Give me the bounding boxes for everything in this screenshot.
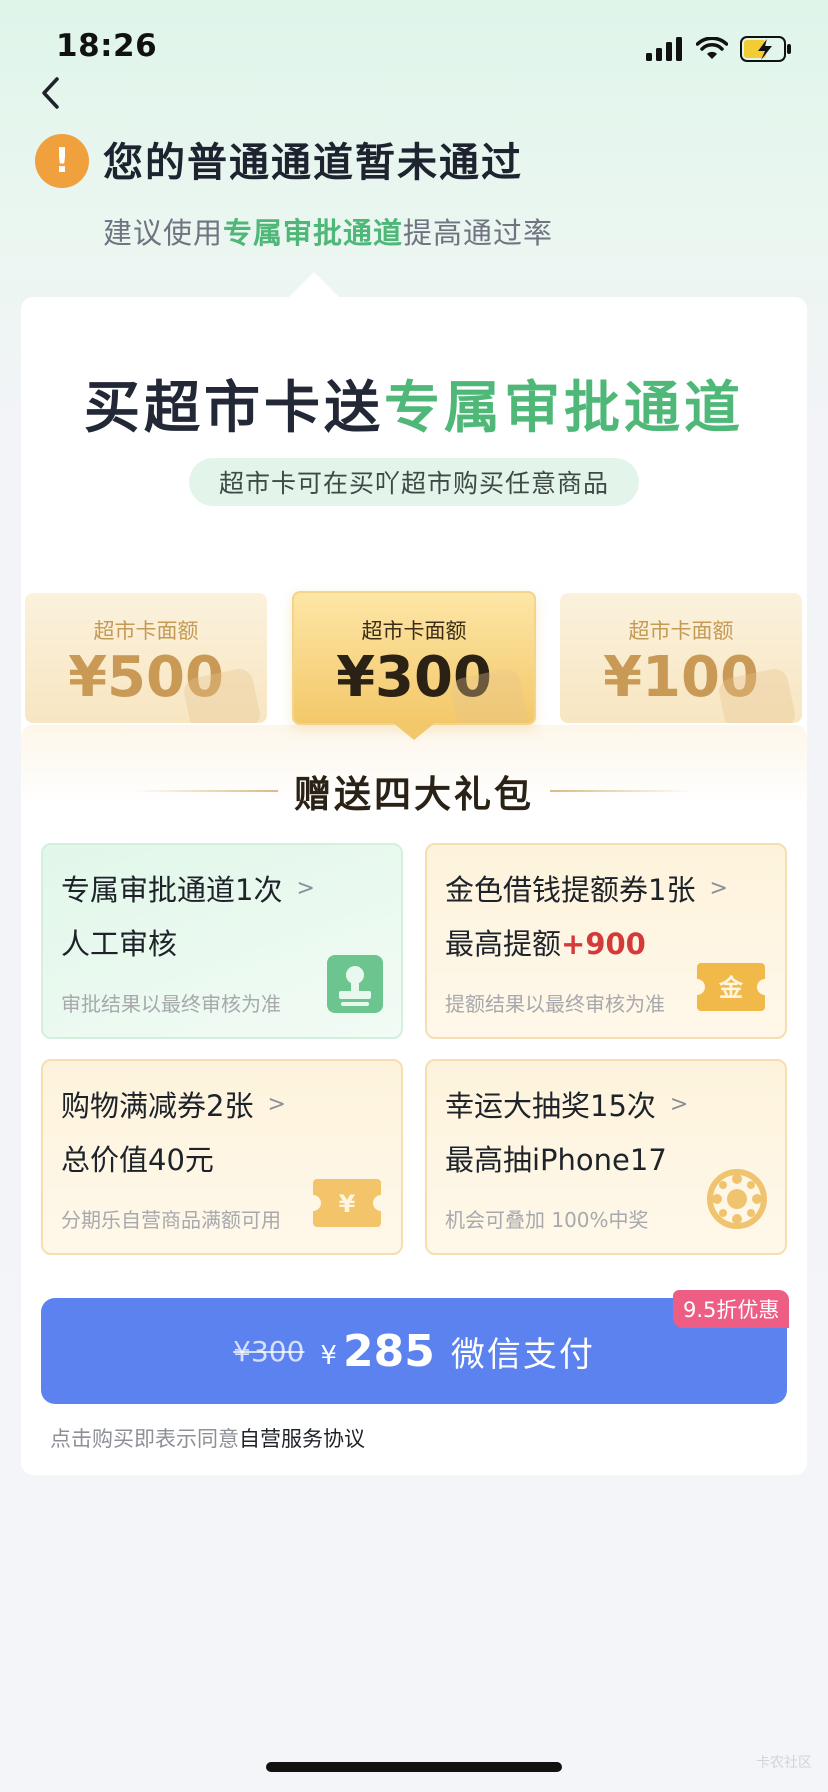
service-agreement-link[interactable]: 自营服务协议 xyxy=(239,1427,365,1451)
battery-charging-icon xyxy=(740,36,791,62)
page-title: 您的普通通道暂未通过 xyxy=(103,140,523,186)
amount-option-500[interactable]: 超市卡面额 ¥500 xyxy=(25,593,267,723)
chevron-right-icon: > xyxy=(267,1091,286,1117)
page-subtitle: 建议使用专属审批通道提高通过率 xyxy=(103,210,553,252)
promo-pill: 超市卡可在买吖超市购买任意商品 xyxy=(189,458,639,506)
gift-detail: 总价值40元 xyxy=(61,1137,383,1179)
amount-option-100[interactable]: 超市卡面额 ¥100 xyxy=(560,593,802,723)
gift-title: 专属审批通道1次 > xyxy=(61,867,383,909)
gift-title-text: 购物满减券2张 xyxy=(61,1089,254,1123)
status-bar: 18:26 xyxy=(0,0,828,100)
chevron-right-icon: > xyxy=(669,1091,689,1117)
gold-ticket-icon: 金 xyxy=(697,963,765,1011)
gift-title: 购物满减券2张 > xyxy=(61,1083,383,1125)
gift-card-approval[interactable]: 专属审批通道1次 > 人工审核 审批结果以最终审核为准 xyxy=(41,843,403,1039)
signal-icon xyxy=(646,37,682,61)
home-indicator xyxy=(266,1762,562,1772)
status-time: 18:26 xyxy=(56,28,158,64)
gift-heading: 赠送四大礼包 xyxy=(294,773,534,816)
gift-detail-text: 最高抽iPhone17 xyxy=(445,1143,667,1177)
gift-detail: 最高提额+900 xyxy=(445,921,767,963)
back-button[interactable] xyxy=(30,68,70,118)
discount-badge: 9.5折优惠 xyxy=(673,1290,790,1328)
amount-label: 超市卡面额 xyxy=(93,619,199,643)
gift-note: 提额结果以最终审核为准 xyxy=(445,992,665,1016)
amount-option-300[interactable]: 超市卡面额 ¥300 xyxy=(292,591,536,725)
subtitle-prefix: 建议使用 xyxy=(103,216,224,250)
gift-title-text: 专属审批通道1次 xyxy=(61,873,283,907)
subtitle-highlight: 专属审批通道 xyxy=(223,216,404,250)
wifi-icon xyxy=(696,37,728,59)
gift-title-text: 幸运大抽奖15次 xyxy=(445,1089,656,1123)
gift-title-text: 金色借钱提额券1张 xyxy=(445,873,696,907)
warning-icon: ! xyxy=(35,134,89,188)
lottery-wheel-icon xyxy=(707,1169,767,1229)
card-notch xyxy=(288,272,340,298)
divider xyxy=(550,790,695,792)
pay-label: 微信支付 xyxy=(450,1334,595,1375)
selection-pointer-icon xyxy=(392,722,436,740)
gift-card-coupon[interactable]: 购物满减券2张 > 总价值40元 分期乐自营商品满额可用 ¥ xyxy=(41,1059,403,1255)
currency-symbol: ¥ xyxy=(320,1341,337,1371)
promo-title-main: 买超市卡送 xyxy=(84,376,384,441)
gift-detail-text: 总价值40元 xyxy=(61,1143,214,1177)
promo-title-green: 专属审批通道 xyxy=(384,376,744,441)
amount-label: 超市卡面额 xyxy=(628,619,734,643)
chevron-left-icon xyxy=(42,77,59,109)
gift-card-lottery[interactable]: 幸运大抽奖15次 > 最高抽iPhone17 机会可叠加 100%中奖 xyxy=(425,1059,787,1255)
gift-detail-text: 最高提额 xyxy=(445,927,562,961)
chevron-right-icon: > xyxy=(296,875,315,901)
svg-text:金: 金 xyxy=(718,974,744,1002)
promo-title: 买超市卡送专属审批通道 xyxy=(0,363,828,444)
subtitle-suffix: 提高通过率 xyxy=(403,216,554,250)
chevron-right-icon: > xyxy=(709,875,728,901)
svg-text:¥: ¥ xyxy=(339,1190,356,1218)
gift-note: 审批结果以最终审核为准 xyxy=(61,992,281,1016)
gift-detail-highlight: +900 xyxy=(561,927,646,961)
yen-ticket-icon: ¥ xyxy=(313,1179,381,1227)
gift-card-credit-boost[interactable]: 金色借钱提额券1张 > 最高提额+900 提额结果以最终审核为准 金 xyxy=(425,843,787,1039)
gift-title: 幸运大抽奖15次 > xyxy=(445,1083,767,1125)
gift-detail-text: 人工审核 xyxy=(61,927,178,961)
amount-label: 超市卡面额 xyxy=(361,619,467,643)
approval-stamp-icon xyxy=(327,955,383,1013)
agreement-text: 点击购买即表示同意自营服务协议 xyxy=(50,1423,365,1453)
gift-note: 机会可叠加 100%中奖 xyxy=(445,1208,649,1232)
status-icons xyxy=(646,36,792,62)
gift-title: 金色借钱提额券1张 > xyxy=(445,867,767,909)
original-price: ¥300 xyxy=(233,1334,305,1368)
gift-note: 分期乐自营商品满额可用 xyxy=(61,1208,281,1232)
discounted-price: 285 xyxy=(342,1325,435,1377)
watermark: 卡农社区 xyxy=(756,1755,812,1771)
agreement-prefix: 点击购买即表示同意 xyxy=(50,1427,239,1451)
